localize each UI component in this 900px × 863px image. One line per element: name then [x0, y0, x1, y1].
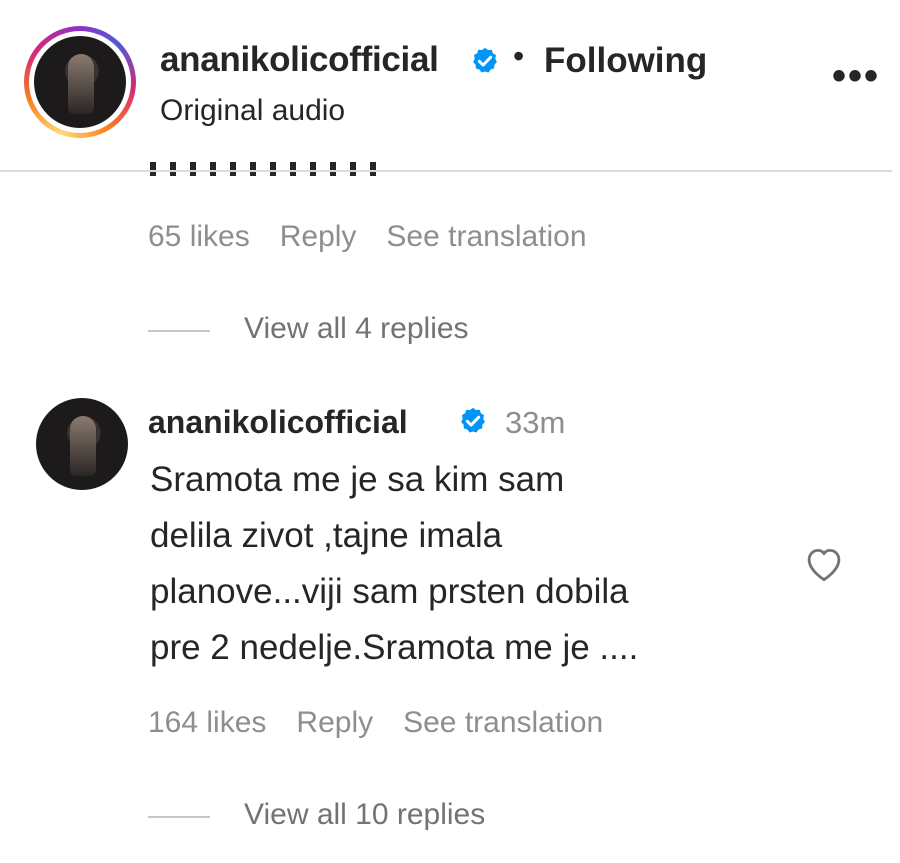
comment-timestamp[interactable]: 33m: [505, 405, 565, 441]
header-separator: •: [513, 38, 525, 74]
comment-avatar[interactable]: [36, 398, 128, 490]
clipped-comment-text: [150, 162, 410, 176]
comment-username[interactable]: ananikolicofficial: [148, 404, 408, 441]
see-translation-button[interactable]: See translation: [403, 706, 603, 739]
profile-avatar: [34, 36, 126, 128]
like-count[interactable]: 65 likes: [148, 220, 250, 253]
more-options-icon[interactable]: •••: [832, 56, 880, 96]
replies-line: [148, 816, 210, 818]
verified-badge-icon: [473, 47, 497, 73]
comment-text: Sramota me je sa kim sam delila zivot ,t…: [150, 452, 790, 676]
comment-line: planove...viji sam prsten dobila: [150, 572, 629, 611]
comment-line: pre 2 nedelje.Sramota me je ....: [150, 628, 639, 667]
view-replies-label[interactable]: View all 4 replies: [244, 312, 469, 346]
comment-line: Sramota me je sa kim sam: [150, 460, 565, 499]
header-username[interactable]: ananikolicofficial: [160, 40, 439, 80]
previous-comment-actions: 65 likes Reply See translation: [148, 220, 617, 254]
replies-line: [148, 330, 210, 332]
like-heart-icon[interactable]: [803, 543, 845, 583]
post-header: ananikolicofficial • Following ••• Origi…: [0, 0, 900, 170]
view-replies-label[interactable]: View all 10 replies: [244, 798, 485, 832]
original-audio-link[interactable]: Original audio: [160, 94, 345, 128]
following-button[interactable]: Following: [544, 41, 707, 81]
see-translation-button[interactable]: See translation: [386, 220, 586, 253]
reply-button[interactable]: Reply: [280, 220, 357, 253]
like-count[interactable]: 164 likes: [148, 706, 266, 739]
comment-line: delila zivot ,tajne imala: [150, 516, 503, 555]
header-divider: [0, 170, 892, 172]
story-ring-avatar[interactable]: [24, 26, 136, 138]
verified-badge-icon: [461, 407, 485, 433]
comment-actions: 164 likes Reply See translation: [148, 706, 633, 740]
reply-button[interactable]: Reply: [296, 706, 373, 739]
